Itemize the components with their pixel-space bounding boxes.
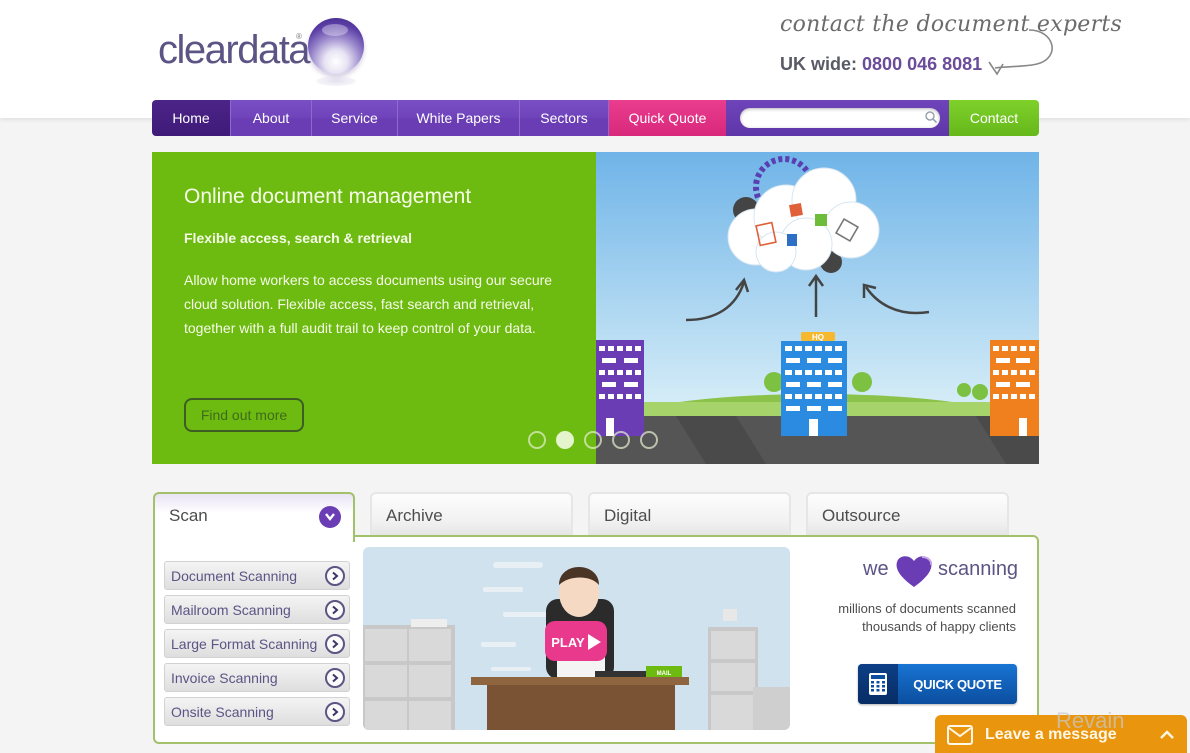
calculator-icon <box>858 664 898 704</box>
slider-dot-4[interactable] <box>612 431 630 449</box>
mail-tag: MAIL <box>657 671 672 677</box>
scan-services-list: Document Scanning Mailroom Scanning Larg… <box>164 561 350 731</box>
main-nav: Home About Service White Papers Sectors … <box>152 100 1039 136</box>
nav-contact[interactable]: Contact <box>949 100 1039 136</box>
tab-scan[interactable]: Scan <box>153 492 355 542</box>
hero-slider: Online document management Flexible acce… <box>152 152 1039 464</box>
nav-home[interactable]: Home <box>152 100 231 136</box>
contact-tagline: contact the document experts <box>780 12 1123 37</box>
chevron-right-icon <box>325 565 345 586</box>
chevron-up-icon[interactable] <box>1159 730 1175 740</box>
hq-badge: HQ <box>812 333 824 342</box>
hero-body: Allow home workers to access documents u… <box>184 272 553 336</box>
tab-digital[interactable]: Digital <box>588 492 791 538</box>
chevron-right-icon <box>325 599 345 620</box>
phone-label: UK wide: <box>780 54 858 74</box>
tab-outsource[interactable]: Outsource <box>806 492 1009 538</box>
tab-outsource-label: Outsource <box>822 506 901 525</box>
slider-dots <box>528 431 658 449</box>
logo-text: cleardata <box>158 28 311 72</box>
revain-watermark: Revain <box>1056 708 1124 734</box>
hero-subtitle: Flexible access, search & retrieval <box>184 230 413 246</box>
nav-about[interactable]: About <box>231 100 312 136</box>
slider-dot-3[interactable] <box>584 431 602 449</box>
tab-archive-label: Archive <box>386 506 443 525</box>
nav-service[interactable]: Service <box>312 100 398 136</box>
promo-line-clients: thousands of happy clients <box>862 619 1016 634</box>
nav-sectors[interactable]: Sectors <box>520 100 609 136</box>
chevron-right-icon <box>325 667 345 688</box>
watermark-text: Revain <box>1056 708 1125 733</box>
promo-scanning: scanning <box>938 558 1019 580</box>
tab-archive[interactable]: Archive <box>370 492 573 538</box>
nav-white-papers[interactable]: White Papers <box>398 100 520 136</box>
service-large-format-scanning[interactable]: Large Format Scanning <box>164 629 350 658</box>
promo-line-documents: millions of documents scanned <box>838 601 1016 616</box>
chevron-down-icon <box>319 506 341 528</box>
slider-dot-5[interactable] <box>640 431 658 449</box>
quick-quote-button[interactable]: QUICK QUOTE <box>858 664 1017 704</box>
hero-text-panel: Online document management Flexible acce… <box>152 152 596 464</box>
scanning-video[interactable]: PLAY MAIL <box>363 547 790 730</box>
promo-we: we <box>863 558 889 580</box>
service-label: Onsite Scanning <box>171 703 274 720</box>
slider-dot-2[interactable] <box>556 431 574 449</box>
play-label: PLAY <box>551 635 585 650</box>
logo-orb-reflection <box>316 76 356 86</box>
cloud-illustration: HQ <box>596 152 1039 464</box>
chevron-right-icon <box>325 701 345 722</box>
video-thumbnail: PLAY MAIL <box>363 547 790 730</box>
find-out-more-button[interactable]: Find out more <box>184 398 304 432</box>
logo-orb-shine <box>322 24 348 36</box>
service-mailroom-scanning[interactable]: Mailroom Scanning <box>164 595 350 624</box>
tab-scan-label: Scan <box>169 506 208 525</box>
service-document-scanning[interactable]: Document Scanning <box>164 561 350 590</box>
service-label: Document Scanning <box>171 567 298 584</box>
cleardata-logo[interactable]: cleardata ® <box>158 16 368 86</box>
service-label: Invoice Scanning <box>171 669 278 686</box>
chevron-right-icon <box>325 633 345 654</box>
slider-dot-1[interactable] <box>528 431 546 449</box>
search-container <box>726 100 949 136</box>
logo-registered-mark: ® <box>296 32 302 41</box>
phone-number[interactable]: 0800 046 8081 <box>862 54 982 74</box>
heart-icon <box>896 556 933 587</box>
hero-title: Online document management <box>184 185 472 208</box>
service-invoice-scanning[interactable]: Invoice Scanning <box>164 663 350 692</box>
tab-digital-label: Digital <box>604 506 652 525</box>
quick-quote-label: QUICK QUOTE <box>913 676 1002 692</box>
search-icon[interactable] <box>924 110 938 124</box>
service-onsite-scanning[interactable]: Onsite Scanning <box>164 697 350 726</box>
contact-phone[interactable]: UK wide: 0800 046 8081 <box>780 54 982 75</box>
service-label: Large Format Scanning <box>171 635 318 652</box>
search-input[interactable] <box>740 108 940 128</box>
envelope-icon <box>947 725 973 745</box>
curved-arrow-icon <box>988 29 1053 76</box>
nav-quick-quote[interactable]: Quick Quote <box>609 100 726 136</box>
service-label: Mailroom Scanning <box>171 601 291 618</box>
